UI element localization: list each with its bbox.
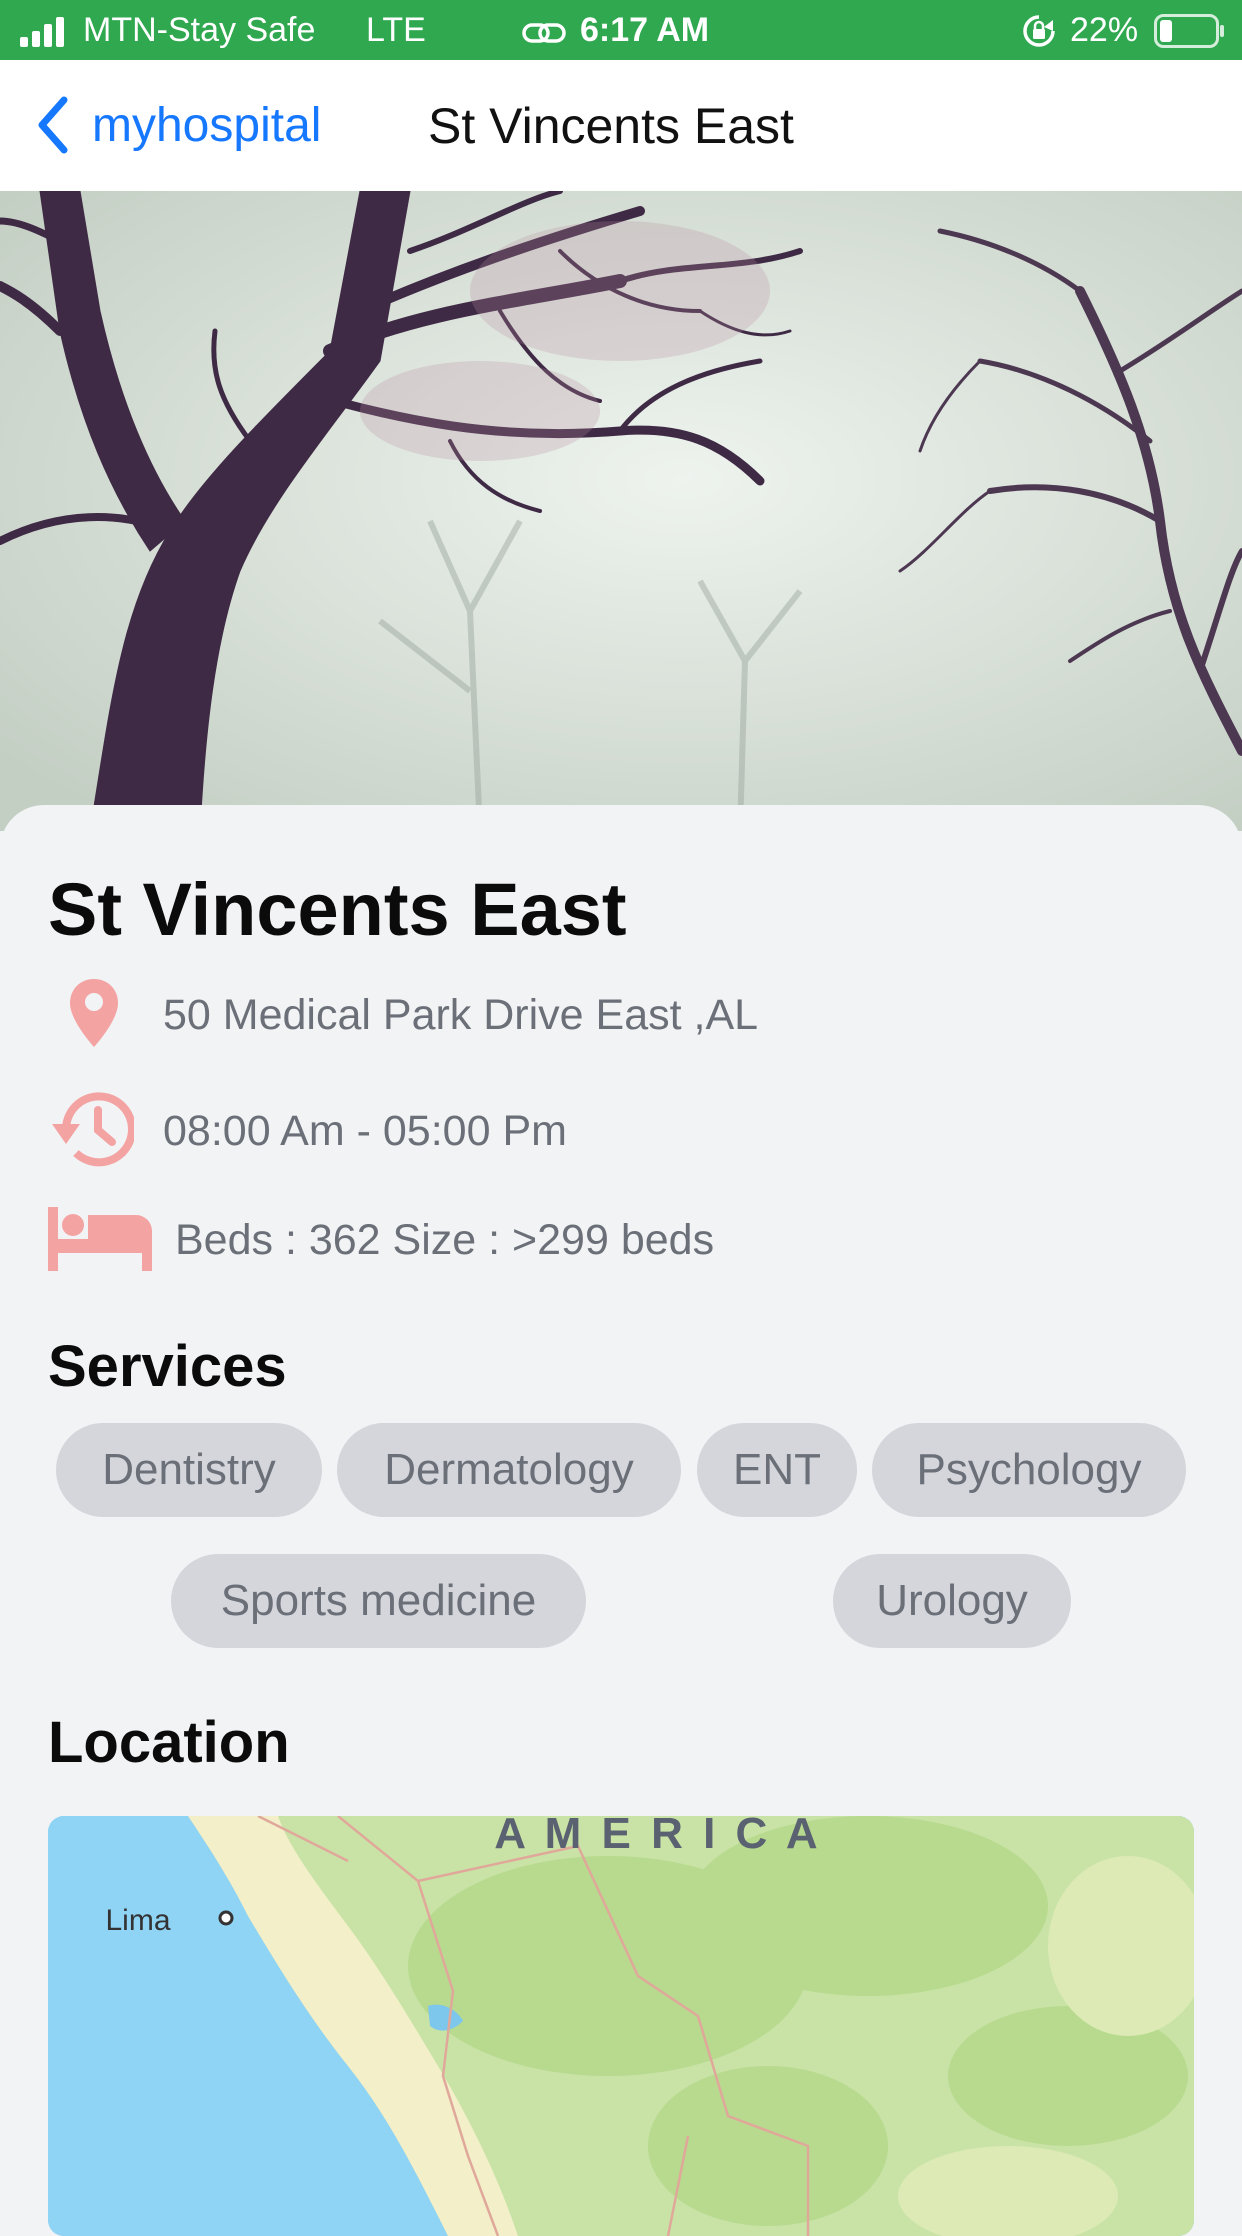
address-row: 50 Medical Park Drive East ,AL	[48, 977, 758, 1054]
location-title: Location	[48, 1710, 290, 1775]
hours-row: 08:00 Am - 05:00 Pm	[48, 1090, 567, 1173]
history-clock-icon	[48, 1090, 163, 1173]
carrier-name: MTN-Stay Safe	[83, 11, 316, 49]
rotation-lock-icon	[1022, 14, 1056, 57]
map-city-marker	[218, 1910, 234, 1926]
beds-text: Beds : 362 Size : >299 beds	[175, 1216, 715, 1264]
map-label-america: A M E R I C A	[494, 1816, 821, 1858]
status-bar: MTN-Stay Safe LTE 6:17 AM 22%	[0, 0, 1242, 60]
service-chip-urology[interactable]: Urology	[833, 1554, 1071, 1648]
signal-icon	[20, 16, 72, 56]
network-type: LTE	[366, 11, 426, 49]
service-chip-dermatology[interactable]: Dermatology	[337, 1423, 681, 1517]
service-chip-ent[interactable]: ENT	[697, 1423, 857, 1517]
clock: 6:17 AM	[580, 11, 710, 49]
battery-percent: 22%	[1070, 11, 1139, 49]
navigation-bar: myhospital St Vincents East	[0, 60, 1242, 192]
hours-text: 08:00 Am - 05:00 Pm	[163, 1107, 567, 1155]
beds-row: Beds : 362 Size : >299 beds	[48, 1205, 714, 1276]
service-chip-sports-medicine[interactable]: Sports medicine	[171, 1554, 586, 1648]
back-label: myhospital	[92, 98, 322, 152]
bed-icon	[48, 1205, 175, 1276]
hospital-details-card: St Vincents East 50 Medical Park Drive E…	[0, 805, 1242, 2236]
hospital-name: St Vincents East	[48, 868, 627, 951]
service-chip-psychology[interactable]: Psychology	[872, 1423, 1186, 1517]
chevron-left-icon	[38, 96, 68, 154]
service-chip-dentistry[interactable]: Dentistry	[56, 1423, 322, 1517]
nav-title: St Vincents East	[428, 98, 794, 154]
address-text: 50 Medical Park Drive East ,AL	[163, 991, 759, 1039]
services-title: Services	[48, 1334, 287, 1399]
map-label-lima: Lima	[105, 1904, 170, 1937]
location-pin-icon	[48, 977, 163, 1054]
back-button[interactable]: myhospital	[36, 96, 321, 154]
link-icon	[522, 16, 566, 56]
battery-icon	[1154, 14, 1226, 57]
hospital-photo	[0, 191, 1242, 831]
location-map[interactable]: A M E R I C A Lima	[48, 1816, 1194, 2236]
